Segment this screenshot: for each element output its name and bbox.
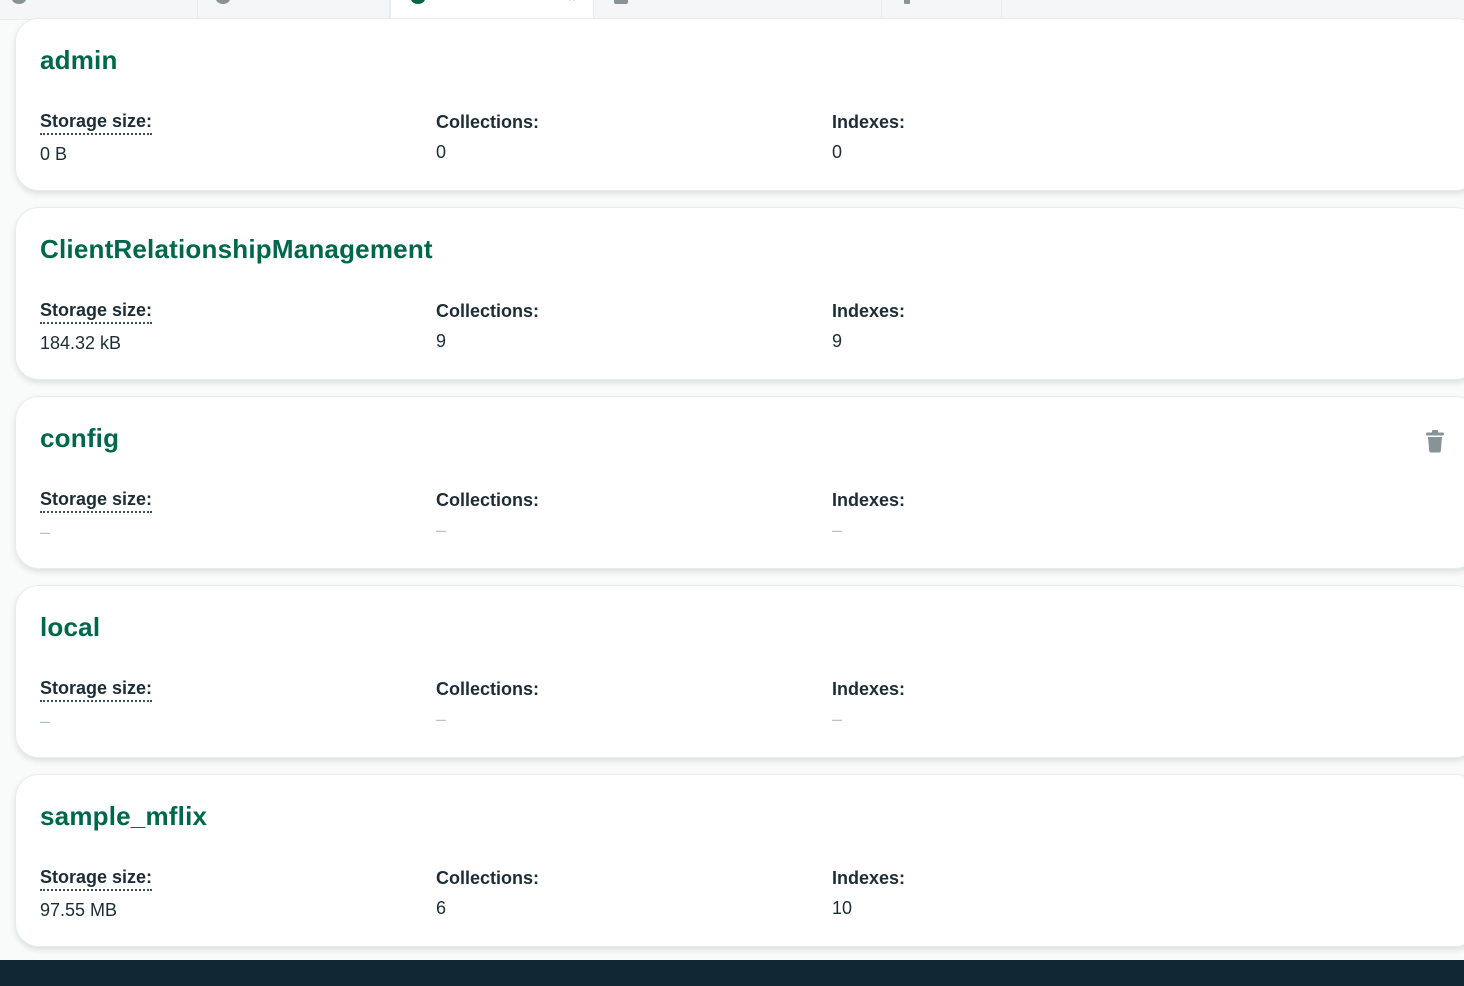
indexes-value: 10 bbox=[832, 898, 853, 918]
storage-size-value: – bbox=[40, 522, 51, 542]
database-name[interactable]: local bbox=[40, 612, 100, 643]
collections-label: Collections: bbox=[436, 868, 540, 888]
collections-value: – bbox=[436, 520, 447, 540]
shell-footer-bar bbox=[0, 960, 1464, 986]
storage-size-value: – bbox=[40, 711, 51, 731]
indexes-value: – bbox=[832, 709, 843, 729]
storage-size-stat: Storage size: 184.32 kB bbox=[40, 300, 420, 354]
indexes-stat: Indexes: – bbox=[832, 678, 1212, 730]
plus-icon bbox=[904, 0, 910, 4]
database-card-config[interactable]: config Storage size: – Collections: – In… bbox=[15, 396, 1464, 569]
database-name[interactable]: ClientRelationshipManagement bbox=[40, 234, 433, 265]
indexes-stat: Indexes: 10 bbox=[832, 867, 1212, 919]
storage-size-label: Storage size: bbox=[40, 111, 153, 135]
indexes-stat: Indexes: 0 bbox=[832, 111, 1212, 163]
collections-value: – bbox=[436, 709, 447, 729]
database-card-sample-mflix[interactable]: sample_mflix Storage size: 97.55 MB Coll… bbox=[15, 774, 1464, 947]
trash-icon[interactable] bbox=[1426, 429, 1444, 453]
storage-size-stat: Storage size: 97.55 MB bbox=[40, 867, 420, 921]
database-card-admin[interactable]: admin Storage size: 0 B Collections: 0 I… bbox=[15, 18, 1464, 191]
storage-size-label: Storage size: bbox=[40, 489, 153, 513]
indexes-label: Indexes: bbox=[832, 112, 906, 132]
collections-stat: Collections: 6 bbox=[436, 867, 816, 919]
database-card-clientrelationshipmanagement[interactable]: ClientRelationshipManagement Storage siz… bbox=[15, 207, 1464, 380]
active-tab-icon bbox=[411, 0, 425, 4]
collections-value: 0 bbox=[436, 142, 447, 162]
indexes-label: Indexes: bbox=[832, 868, 906, 888]
collections-label: Collections: bbox=[436, 112, 540, 132]
database-name[interactable]: admin bbox=[40, 45, 118, 76]
collections-stat: Collections: 9 bbox=[436, 300, 816, 352]
collections-stat: Collections: – bbox=[436, 678, 816, 730]
tab-performance[interactable] bbox=[198, 0, 390, 19]
database-name[interactable]: sample_mflix bbox=[40, 801, 207, 832]
indexes-label: Indexes: bbox=[832, 490, 906, 510]
collections-label: Collections: bbox=[436, 679, 540, 699]
collections-value: 6 bbox=[436, 898, 447, 918]
storage-size-label: Storage size: bbox=[40, 867, 153, 891]
collections-stat: Collections: – bbox=[436, 489, 816, 541]
close-icon[interactable]: × bbox=[569, 0, 575, 5]
storage-size-stat: Storage size: – bbox=[40, 678, 420, 732]
performance-icon bbox=[216, 0, 230, 4]
indexes-label: Indexes: bbox=[832, 679, 906, 699]
workspace-tab-bar: × bbox=[0, 0, 1464, 20]
indexes-value: – bbox=[832, 520, 843, 540]
indexes-label: Indexes: bbox=[832, 301, 906, 321]
indexes-value: 0 bbox=[832, 142, 843, 162]
tab-active[interactable]: × bbox=[390, 0, 594, 20]
collections-label: Collections: bbox=[436, 301, 540, 321]
storage-size-value: 0 B bbox=[40, 144, 68, 164]
tab-databases[interactable] bbox=[0, 0, 198, 19]
storage-size-value: 97.55 MB bbox=[40, 900, 118, 920]
tab-collection[interactable] bbox=[594, 0, 882, 19]
indexes-stat: Indexes: 9 bbox=[832, 300, 1212, 352]
storage-size-value: 184.32 kB bbox=[40, 333, 122, 353]
collections-value: 9 bbox=[436, 331, 447, 351]
storage-size-label: Storage size: bbox=[40, 678, 153, 702]
storage-size-label: Storage size: bbox=[40, 300, 153, 324]
database-card-local[interactable]: local Storage size: – Collections: – Ind… bbox=[15, 585, 1464, 758]
storage-size-stat: Storage size: – bbox=[40, 489, 420, 543]
collections-label: Collections: bbox=[436, 490, 540, 510]
indexes-stat: Indexes: – bbox=[832, 489, 1212, 541]
collections-stat: Collections: 0 bbox=[436, 111, 816, 163]
indexes-value: 9 bbox=[832, 331, 843, 351]
database-icon bbox=[12, 0, 26, 4]
storage-size-stat: Storage size: 0 B bbox=[40, 111, 420, 165]
database-name[interactable]: config bbox=[40, 423, 119, 454]
collection-icon bbox=[614, 0, 628, 4]
tab-add[interactable] bbox=[882, 0, 1002, 19]
